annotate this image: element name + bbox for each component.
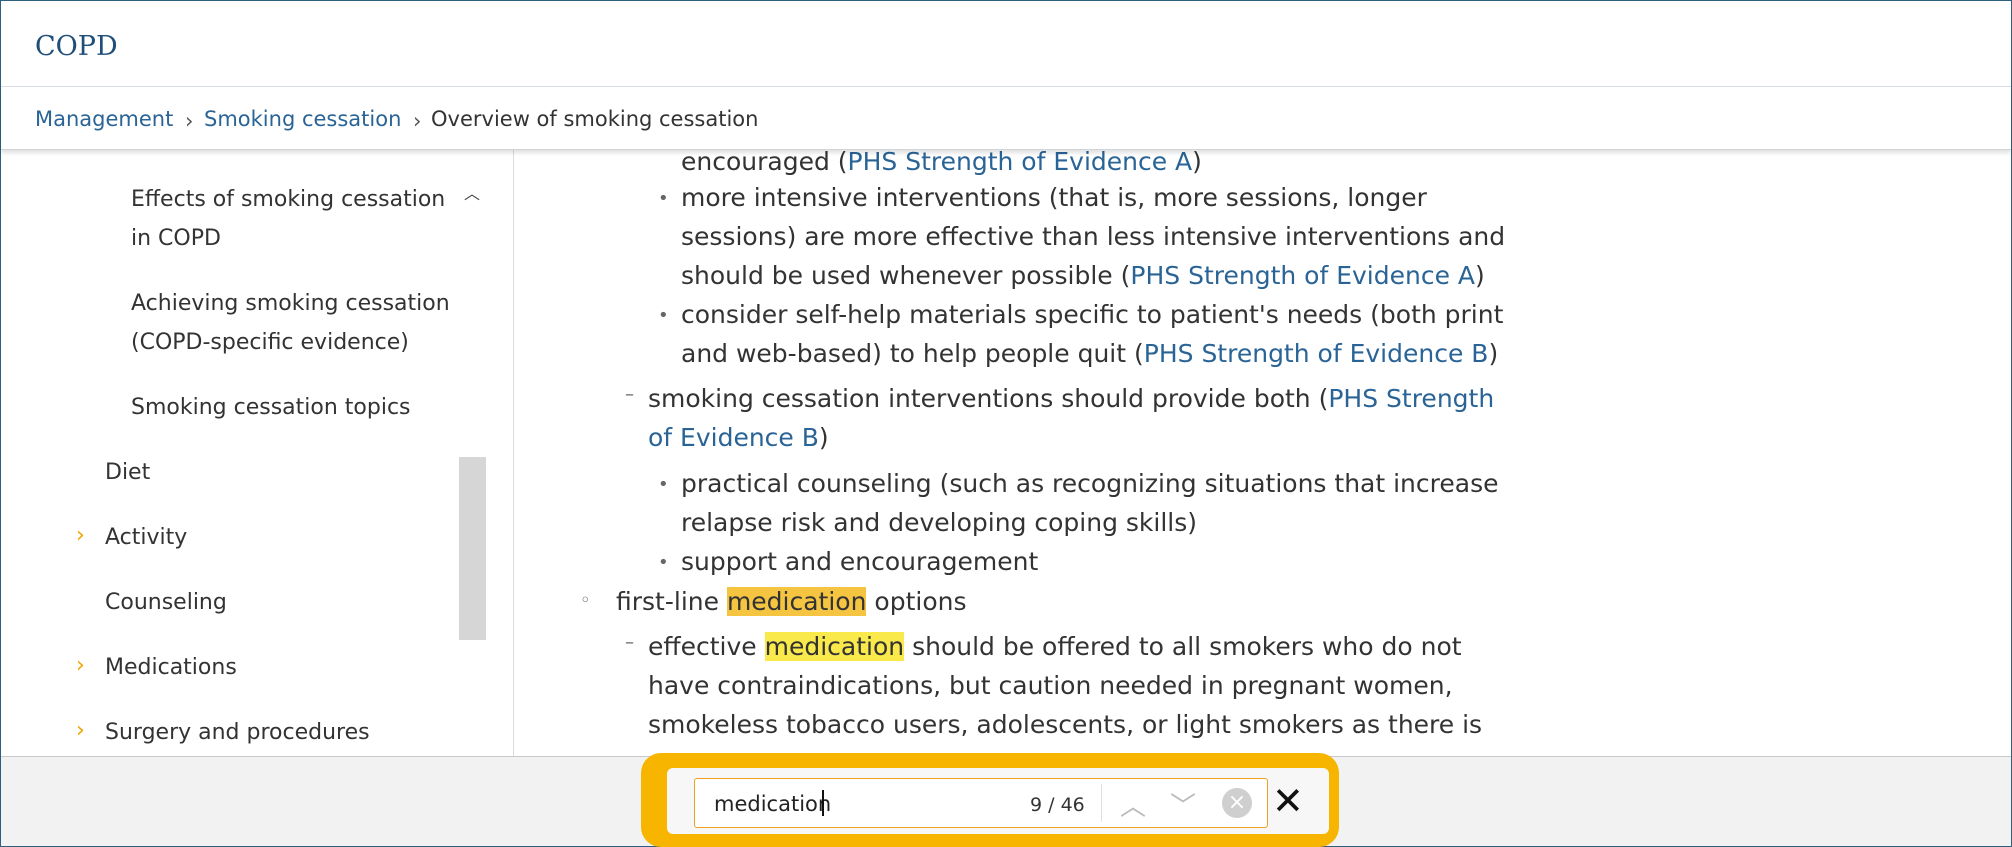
evidence-link[interactable]: PHS Strength of Evidence B	[1144, 339, 1489, 368]
content-line: more intensive interventions (that is, m…	[681, 183, 1427, 212]
text: effective	[648, 632, 765, 661]
chevron-right-icon[interactable]: ›	[76, 523, 85, 548]
content-line: support and encouragement	[681, 547, 1039, 576]
chevron-up-icon[interactable]: ︿	[1120, 786, 1146, 823]
article-content: encouraged (PHS Strength of Evidence A) …	[514, 150, 2010, 756]
content-line: encouraged (PHS Strength of Evidence A)	[681, 150, 1202, 179]
page-title: COPD	[35, 31, 118, 62]
sidebar-item-topics[interactable]: Smoking cessation topics	[131, 388, 411, 427]
dash-icon: –	[625, 384, 634, 405]
find-match-count: 9 / 46	[1030, 794, 1085, 816]
text: first-line	[616, 587, 727, 616]
text: and web-based) to help people quit (	[681, 339, 1144, 368]
text-caret	[822, 790, 824, 816]
sidebar-item-medications[interactable]: Medications	[105, 648, 237, 687]
breadcrumb-management[interactable]: Management	[35, 107, 173, 131]
bullet-icon: •	[658, 188, 669, 209]
sidebar-item-diet[interactable]: Diet	[105, 453, 150, 492]
circle-bullet-icon: ◦	[580, 590, 591, 611]
search-highlight-current: medication	[726, 587, 867, 616]
breadcrumb-separator: ›	[413, 109, 422, 133]
close-icon[interactable]: ✕	[1272, 781, 1304, 821]
content-line: and web-based) to help people quit (PHS …	[681, 337, 1498, 371]
breadcrumb-current: Overview of smoking cessation	[431, 107, 759, 131]
content-line: sessions) are more effective than less i…	[681, 222, 1506, 251]
divider	[1101, 784, 1102, 822]
text: smoking cessation interventions should p…	[648, 384, 1329, 413]
sidebar-nav: Effects of smoking cessation in COPD Ach…	[1, 150, 514, 756]
sidebar-item-label: in COPD	[131, 226, 221, 251]
content-line: practical counseling (such as recognizin…	[681, 469, 1499, 498]
chevron-up-icon[interactable]: ︿	[464, 180, 480, 204]
text: )	[818, 423, 829, 452]
search-highlight: medication	[764, 632, 905, 661]
content-line: consider self-help materials specific to…	[681, 300, 1504, 329]
text: )	[1488, 339, 1499, 368]
clear-icon[interactable]: ×	[1222, 788, 1252, 818]
bullet-icon: •	[658, 474, 669, 495]
sidebar-item-effects[interactable]: Effects of smoking cessation in COPD	[131, 180, 445, 258]
dash-icon: –	[625, 632, 634, 653]
bullet-icon: •	[658, 552, 669, 573]
evidence-link[interactable]: PHS Strength of Evidence A	[848, 150, 1193, 176]
content-line: smoking cessation interventions should p…	[648, 382, 1494, 416]
evidence-link[interactable]: of Evidence B	[648, 423, 819, 452]
find-query[interactable]: medication	[714, 792, 831, 816]
sidebar-item-label: (COPD-specific evidence)	[131, 330, 409, 355]
text: should be offered to all smokers who do …	[904, 632, 1462, 661]
breadcrumb-smoking-cessation[interactable]: Smoking cessation	[204, 107, 401, 131]
sidebar-item-achieving[interactable]: Achieving smoking cessation (COPD-specif…	[131, 284, 450, 362]
breadcrumb: Management › Smoking cessation › Overvie…	[1, 87, 2011, 150]
text: )	[1475, 261, 1485, 290]
chevron-right-icon[interactable]: ›	[76, 653, 85, 678]
content-line: should be used whenever possible (PHS St…	[681, 259, 1485, 293]
chevron-down-icon[interactable]: ﹀	[1170, 786, 1196, 823]
scrollbar-thumb[interactable]	[459, 457, 486, 640]
title-bar: COPD	[1, 1, 2011, 87]
text: )	[1192, 150, 1202, 176]
content-line: effective medication should be offered t…	[648, 630, 1462, 664]
sidebar-item-activity[interactable]: Activity	[105, 518, 187, 557]
content-line: of Evidence B)	[648, 421, 829, 455]
evidence-link[interactable]: PHS Strength	[1328, 384, 1494, 413]
sidebar-scrollbar[interactable]	[460, 150, 486, 756]
sidebar-item-label: Achieving smoking cessation	[131, 291, 450, 316]
content-line: have contraindications, but caution need…	[648, 671, 1453, 700]
sidebar-item-surgery[interactable]: Surgery and procedures	[105, 713, 370, 752]
chevron-right-icon[interactable]: ›	[76, 718, 85, 743]
breadcrumb-separator: ›	[185, 109, 194, 133]
content-line: relapse risk and developing coping skill…	[681, 508, 1198, 537]
sidebar-item-counseling[interactable]: Counseling	[105, 583, 227, 622]
text: encouraged (	[681, 150, 848, 176]
text: options	[866, 587, 967, 616]
evidence-link[interactable]: PHS Strength of Evidence A	[1130, 261, 1475, 290]
bullet-icon: •	[658, 305, 669, 326]
content-line: smokeless tobacco users, adolescents, or…	[648, 710, 1483, 739]
text: should be used whenever possible (	[681, 261, 1131, 290]
sidebar-item-label: Effects of smoking cessation	[131, 187, 446, 212]
content-line: first-line medication options	[616, 585, 966, 619]
